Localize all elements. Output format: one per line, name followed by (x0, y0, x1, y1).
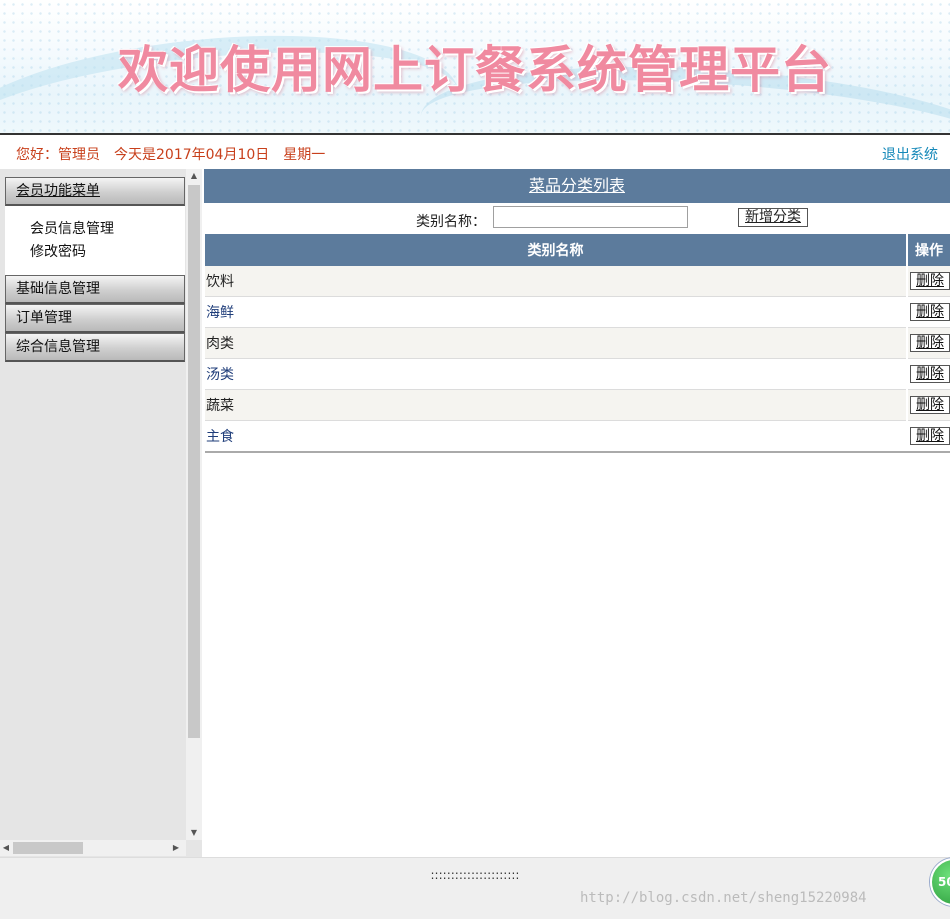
column-header-action: 操作 (906, 234, 950, 266)
category-table: 类别名称 操作 饮料 删除 海鲜 删除 肉类 删除 汤类 删除 蔬菜 删除 主食… (205, 234, 950, 453)
category-name: 汤类 (205, 358, 907, 390)
table-row: 蔬菜 删除 (205, 389, 950, 421)
table-header: 类别名称 操作 (205, 234, 950, 266)
menu-group-member-body: 会员信息管理 修改密码 (5, 206, 185, 275)
triangle-right-icon[interactable]: ▶ (170, 840, 182, 856)
triangle-up-icon[interactable]: ▲ (186, 169, 202, 183)
table-row: 汤类 删除 (205, 358, 950, 390)
triangle-down-icon[interactable]: ▼ (186, 826, 202, 840)
table-row: 海鲜 删除 (205, 296, 950, 328)
add-category-button[interactable]: 新增分类 (738, 208, 808, 227)
triangle-left-icon[interactable]: ◀ (0, 840, 12, 856)
status-bar: 您好：管理员 今天是2017年04月10日 星期一 退出系统 (0, 135, 950, 169)
menu-item-change-password[interactable]: 修改密码 (30, 241, 185, 264)
logout-link[interactable]: 退出系统 (882, 144, 938, 164)
footer-text: :::::::::::::::::::::: (430, 868, 520, 882)
banner: 欢迎使用网上订餐系统管理平台 (0, 0, 950, 133)
table-row: 饮料 删除 (205, 266, 950, 297)
greeting-text: 您好：管理员 今天是2017年04月10日 星期一 (16, 147, 326, 163)
category-name: 海鲜 (205, 296, 907, 328)
filter-bar: 类别名称： 新增分类 (204, 204, 950, 234)
sidebar-menu: 会员功能菜单 会员信息管理 修改密码 基础信息管理 订单管理 综合信息管理 (5, 177, 185, 362)
menu-group-label: 会员功能菜单 (16, 183, 100, 199)
scrollbar-thumb[interactable] (13, 842, 83, 854)
menu-item-member-info[interactable]: 会员信息管理 (30, 218, 185, 241)
category-name: 蔬菜 (205, 389, 907, 421)
delete-button[interactable]: 删除 (910, 334, 950, 352)
banner-title: 欢迎使用网上订餐系统管理平台 (118, 40, 832, 99)
category-name: 饮料 (205, 266, 907, 297)
page-title: 菜品分类列表 (204, 169, 950, 203)
category-name: 肉类 (205, 327, 907, 359)
delete-button[interactable]: 删除 (910, 396, 950, 414)
sidebar: 会员功能菜单 会员信息管理 修改密码 基础信息管理 订单管理 综合信息管理 (0, 169, 202, 857)
floating-badge[interactable]: 50 (930, 858, 950, 906)
delete-button[interactable]: 删除 (910, 272, 950, 290)
menu-group-basic-info[interactable]: 基础信息管理 (5, 275, 185, 304)
table-row: 主食 删除 (205, 420, 950, 453)
sidebar-horizontal-scrollbar[interactable]: ◀ ▶ (0, 840, 186, 856)
scrollbar-corner (186, 840, 202, 856)
delete-button[interactable]: 删除 (910, 303, 950, 321)
delete-button[interactable]: 删除 (910, 427, 950, 445)
delete-button[interactable]: 删除 (910, 365, 950, 383)
menu-group-orders[interactable]: 订单管理 (5, 304, 185, 333)
category-name: 主食 (205, 420, 907, 453)
table-row: 肉类 删除 (205, 327, 950, 359)
column-header-name: 类别名称 (205, 234, 907, 266)
filter-label: 类别名称： (416, 214, 486, 230)
menu-group-reports[interactable]: 综合信息管理 (5, 333, 185, 362)
scrollbar-thumb[interactable] (188, 185, 200, 738)
menu-group-member[interactable]: 会员功能菜单 (5, 177, 185, 206)
sidebar-vertical-scrollbar[interactable]: ▲ ▼ (186, 169, 202, 840)
watermark-text: http://blog.csdn.net/sheng15220984 (580, 890, 867, 906)
category-name-input[interactable] (493, 206, 688, 228)
footer: :::::::::::::::::::::: http://blog.csdn.… (0, 857, 950, 919)
main-content: 菜品分类列表 类别名称： 新增分类 类别名称 操作 饮料 删除 海鲜 删除 肉类… (204, 169, 950, 857)
